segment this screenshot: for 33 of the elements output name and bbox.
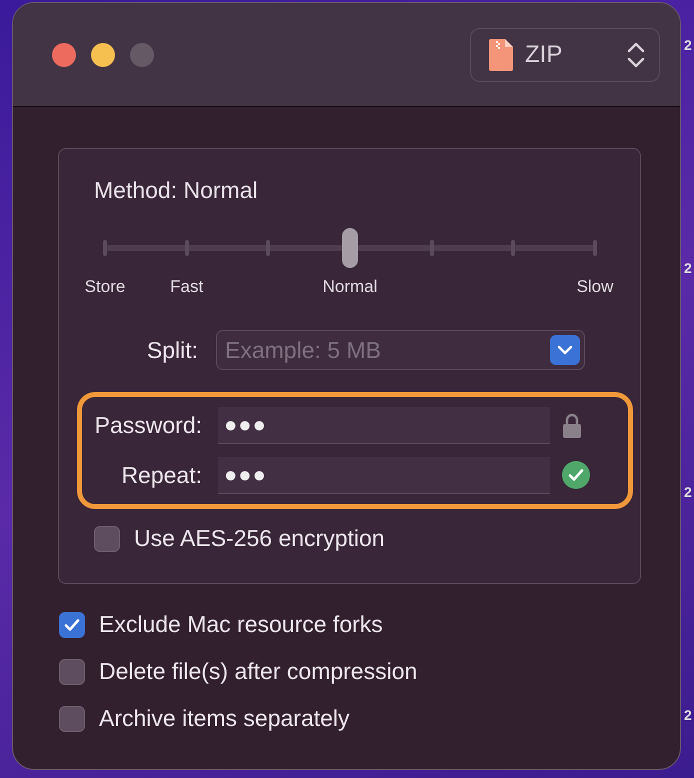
zip-file-icon (489, 38, 513, 70)
minimize-button[interactable] (91, 42, 115, 66)
format-popup[interactable]: ZIP (470, 28, 660, 82)
tick-label: Normal (322, 277, 378, 297)
checkbox-label: Archive items separately (99, 705, 350, 732)
password-label: Password: (94, 412, 203, 440)
checkbox-label: Use AES-256 encryption (134, 525, 385, 552)
desktop-label: 2 (684, 707, 692, 723)
dropdown-button[interactable] (550, 335, 580, 365)
close-button[interactable] (52, 42, 76, 66)
checkbox[interactable] (59, 658, 85, 684)
tick-label: Slow (576, 277, 614, 297)
lock-icon (562, 412, 582, 439)
tick-label: Fast (170, 277, 204, 297)
checkbox-label: Delete file(s) after compression (99, 658, 418, 685)
repeat-label: Repeat: (120, 462, 203, 489)
split-label: Split: (146, 336, 199, 364)
tick-label: Store (84, 277, 126, 297)
checkbox[interactable] (59, 706, 85, 732)
checkbox[interactable] (94, 526, 120, 552)
split-combo-box[interactable]: Example: 5 MB (216, 330, 585, 370)
password-field[interactable]: ●●● (218, 407, 550, 444)
desktop-label: 2 (684, 260, 692, 276)
method-label: Method: Normal (94, 177, 259, 204)
desktop-label: 2 (684, 484, 692, 500)
method-slider[interactable] (105, 228, 595, 268)
split-field[interactable]: Example: 5 MB (223, 336, 550, 364)
checkbox[interactable] (59, 612, 85, 638)
repeat-password-field[interactable]: ●●● (218, 456, 550, 494)
slider-thumb[interactable] (342, 228, 358, 268)
desktop-label: 2 (684, 37, 692, 53)
chevron-down-icon (557, 345, 573, 355)
checkbox-label: Exclude Mac resource forks (99, 611, 383, 638)
